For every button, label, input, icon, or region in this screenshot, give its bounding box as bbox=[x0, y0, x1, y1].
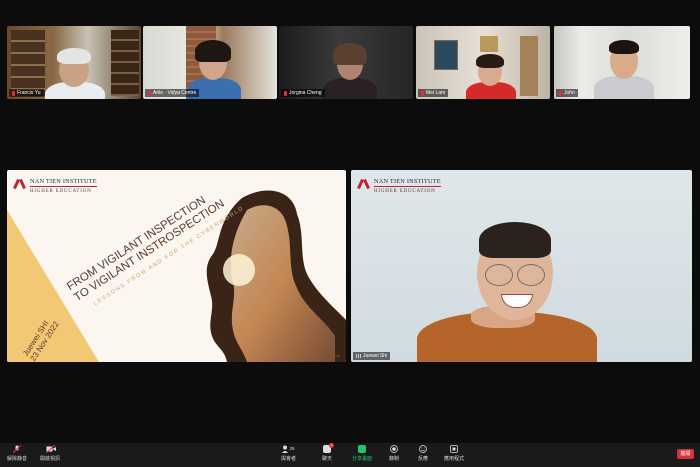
reactions-button[interactable]: 反應 bbox=[418, 445, 428, 462]
sun bbox=[223, 254, 255, 286]
participant-hair bbox=[609, 40, 639, 54]
participant-name-tag: Juewei Shi bbox=[353, 352, 391, 360]
participant-name-tag: Mei Lam bbox=[418, 89, 449, 97]
meeting-toolbar: 解除静音 開啟視訊 29 與會者 1 聊天 分享畫面 錄制 反應 應用程式 離開 bbox=[0, 443, 700, 467]
signal-icon bbox=[356, 354, 361, 358]
slide-page-number: 01 bbox=[335, 353, 340, 358]
speaker-hair bbox=[479, 222, 551, 258]
video-tile-francis[interactable]: Francis Yu bbox=[7, 26, 141, 99]
participants-count: 29 bbox=[289, 446, 295, 451]
shared-slide[interactable]: NAN TIEN INSTITUTE HIGHER EDUCATION FROM… bbox=[7, 170, 346, 362]
wall-picture bbox=[480, 36, 498, 52]
participant-name-tag: John bbox=[556, 89, 578, 97]
leave-meeting-button[interactable]: 離開 bbox=[677, 449, 694, 459]
participant-body bbox=[323, 78, 377, 99]
apps-button[interactable]: 應用程式 bbox=[444, 445, 464, 462]
video-tile-speaker[interactable]: NAN TIEN INSTITUTE HIGHER EDUCATION Juew… bbox=[351, 170, 692, 362]
participant-name-tag: Jorgina Cheng bbox=[281, 89, 325, 97]
share-screen-button[interactable]: 分享畫面 bbox=[352, 445, 372, 462]
video-off-icon bbox=[45, 444, 56, 454]
logo-line-2: HIGHER EDUCATION bbox=[30, 186, 97, 195]
video-tile-john[interactable]: John bbox=[554, 26, 690, 99]
participant-name-tag: Arlie · Vidya Centre bbox=[145, 89, 200, 97]
participant-hair bbox=[57, 48, 91, 64]
door bbox=[520, 36, 538, 96]
institute-logo-icon bbox=[13, 178, 27, 190]
muted-mic-icon bbox=[12, 444, 22, 454]
muted-mic-icon bbox=[148, 90, 151, 96]
record-button[interactable]: 錄制 bbox=[389, 445, 399, 462]
participant-hair bbox=[195, 40, 231, 62]
bookshelf bbox=[11, 30, 45, 96]
institute-logo-icon bbox=[357, 178, 371, 190]
glasses-left-lens bbox=[485, 264, 513, 286]
bookshelf bbox=[111, 30, 139, 96]
chat-button[interactable]: 1 聊天 bbox=[322, 443, 334, 462]
muted-mic-icon bbox=[559, 90, 562, 96]
share-screen-icon bbox=[358, 445, 366, 453]
participants-icon: 29 bbox=[281, 445, 296, 453]
logo-line-1: NAN TIEN INSTITUTE bbox=[30, 178, 97, 185]
glasses-right-lens bbox=[517, 264, 545, 286]
speaker-background-logo: NAN TIEN INSTITUTE HIGHER EDUCATION bbox=[357, 178, 441, 195]
apps-icon bbox=[450, 445, 458, 453]
participant-name-tag: Francis Yu bbox=[9, 89, 44, 97]
start-video-button[interactable]: 開啟視訊 bbox=[40, 444, 60, 462]
unmute-button[interactable]: 解除静音 bbox=[7, 444, 27, 462]
slide-artwork bbox=[7, 190, 346, 362]
video-tile-jorgina[interactable]: Jorgina Cheng bbox=[279, 26, 413, 99]
muted-mic-icon bbox=[284, 90, 287, 96]
reactions-icon bbox=[419, 445, 427, 453]
muted-mic-icon bbox=[421, 90, 424, 96]
participant-body bbox=[594, 76, 654, 99]
video-tile-arlie[interactable]: Arlie · Vidya Centre bbox=[143, 26, 277, 99]
wall-picture bbox=[434, 40, 458, 70]
participant-hair bbox=[476, 54, 504, 68]
participant-hair bbox=[333, 43, 367, 65]
slide-logo: NAN TIEN INSTITUTE HIGHER EDUCATION bbox=[13, 178, 97, 195]
video-tile-mei[interactable]: Mei Lam bbox=[416, 26, 550, 99]
muted-mic-icon bbox=[12, 90, 15, 96]
chat-badge: 1 bbox=[329, 443, 334, 448]
record-icon bbox=[390, 445, 398, 453]
participants-button[interactable]: 29 與會者 bbox=[281, 445, 296, 462]
chat-icon: 1 bbox=[323, 443, 334, 453]
